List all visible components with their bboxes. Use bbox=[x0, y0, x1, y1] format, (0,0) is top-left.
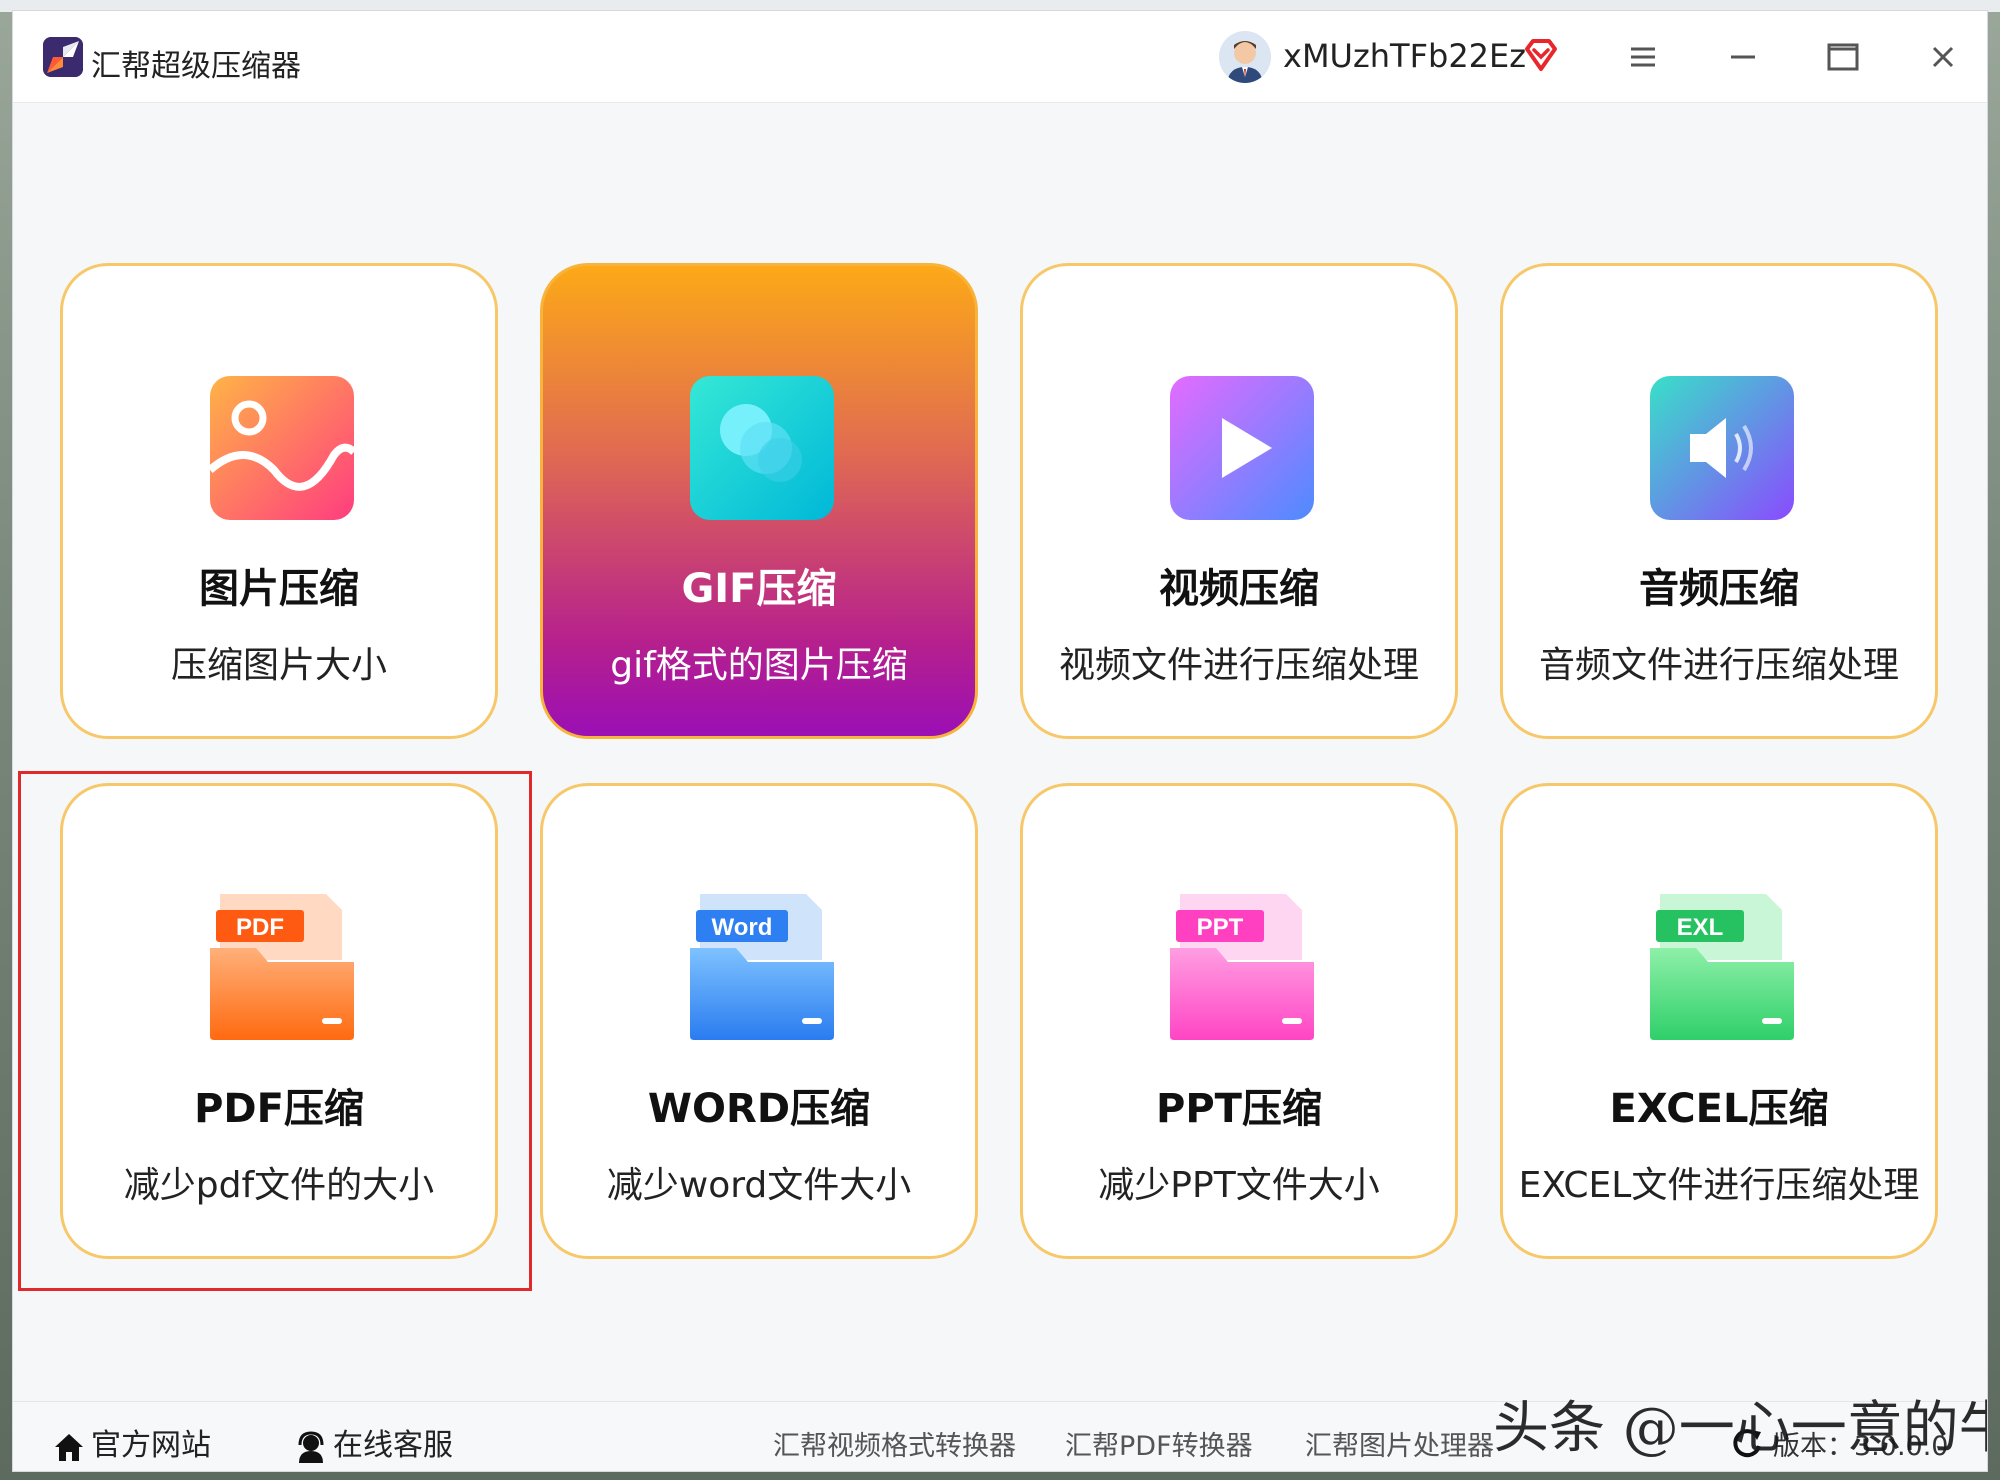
app-window: 汇帮超级压缩器 xMUzhTFb22Ez 图片压缩 压缩图片大小 GIF压缩 g… bbox=[12, 10, 1988, 1472]
card-title: EXCEL压缩 bbox=[1609, 1086, 1829, 1132]
card-video-compress[interactable]: 视频压缩 视频文件进行压缩处理 bbox=[1020, 263, 1458, 739]
card-title: 音频压缩 bbox=[1639, 566, 1799, 612]
card-subtitle: gif格式的图片压缩 bbox=[610, 645, 908, 686]
card-subtitle: 音频文件进行压缩处理 bbox=[1538, 645, 1899, 686]
card-image-compress[interactable]: 图片压缩 压缩图片大小 bbox=[60, 263, 498, 739]
card-title: 图片压缩 bbox=[199, 566, 359, 612]
card-audio-compress[interactable]: 音频压缩 音频文件进行压缩处理 bbox=[1500, 263, 1938, 739]
svg-text:PPT: PPT bbox=[1197, 914, 1244, 941]
website-label: 官方网站 bbox=[91, 1428, 211, 1463]
card-subtitle: 视频文件进行压缩处理 bbox=[1058, 645, 1419, 686]
card-title: GIF压缩 bbox=[681, 566, 837, 612]
gif-icon bbox=[674, 360, 850, 536]
card-subtitle: 压缩图片大小 bbox=[170, 645, 387, 686]
card-gif-compress[interactable]: GIF压缩 gif格式的图片压缩 bbox=[540, 263, 978, 739]
close-button[interactable] bbox=[1919, 33, 1967, 81]
card-subtitle: EXCEL文件进行压缩处理 bbox=[1518, 1165, 1920, 1206]
username[interactable]: xMUzhTFb22Ez bbox=[1283, 37, 1526, 75]
title-bar: 汇帮超级压缩器 xMUzhTFb22Ez bbox=[13, 11, 1987, 103]
support-label: 在线客服 bbox=[333, 1428, 453, 1463]
app-title: 汇帮超级压缩器 bbox=[91, 49, 301, 84]
headset-icon bbox=[293, 1429, 329, 1465]
card-title: 视频压缩 bbox=[1159, 566, 1319, 612]
excel-folder-icon: EXL bbox=[1634, 880, 1810, 1056]
video-play-icon bbox=[1154, 360, 1330, 536]
watermark-text: 头条 @一心一意的牛 bbox=[1493, 1396, 1988, 1461]
user-avatar[interactable] bbox=[1219, 31, 1271, 83]
ppt-folder-icon: PPT bbox=[1154, 880, 1330, 1056]
video-converter-link[interactable]: 汇帮视频格式转换器 bbox=[773, 1424, 1016, 1463]
image-icon bbox=[194, 360, 370, 536]
official-website-link[interactable]: 官方网站 bbox=[51, 1420, 211, 1465]
card-ppt-compress[interactable]: PPT PPT压缩 减少PPT文件大小 bbox=[1020, 783, 1458, 1259]
minimize-button[interactable] bbox=[1719, 33, 1767, 81]
card-subtitle: 减少word文件大小 bbox=[606, 1165, 912, 1206]
card-title: WORD压缩 bbox=[647, 1086, 871, 1132]
card-excel-compress[interactable]: EXL EXCEL压缩 EXCEL文件进行压缩处理 bbox=[1500, 783, 1938, 1259]
menu-button[interactable] bbox=[1619, 33, 1667, 81]
highlight-annotation-box bbox=[18, 771, 532, 1291]
card-title: PPT压缩 bbox=[1156, 1086, 1322, 1132]
pdf-converter-link[interactable]: 汇帮PDF转换器 bbox=[1065, 1424, 1253, 1463]
card-subtitle: 减少PPT文件大小 bbox=[1098, 1165, 1380, 1206]
home-icon bbox=[51, 1429, 87, 1465]
card-word-compress[interactable]: Word WORD压缩 减少word文件大小 bbox=[540, 783, 978, 1259]
word-folder-icon: Word bbox=[674, 880, 850, 1056]
speaker-icon bbox=[1634, 360, 1810, 536]
image-processor-link[interactable]: 汇帮图片处理器 bbox=[1305, 1424, 1494, 1463]
svg-text:EXL: EXL bbox=[1677, 914, 1724, 941]
app-logo-icon bbox=[43, 37, 83, 77]
vip-diamond-icon[interactable] bbox=[1521, 35, 1561, 75]
online-support-link[interactable]: 在线客服 bbox=[293, 1420, 453, 1465]
svg-text:Word: Word bbox=[712, 914, 773, 941]
maximize-button[interactable] bbox=[1819, 33, 1867, 81]
